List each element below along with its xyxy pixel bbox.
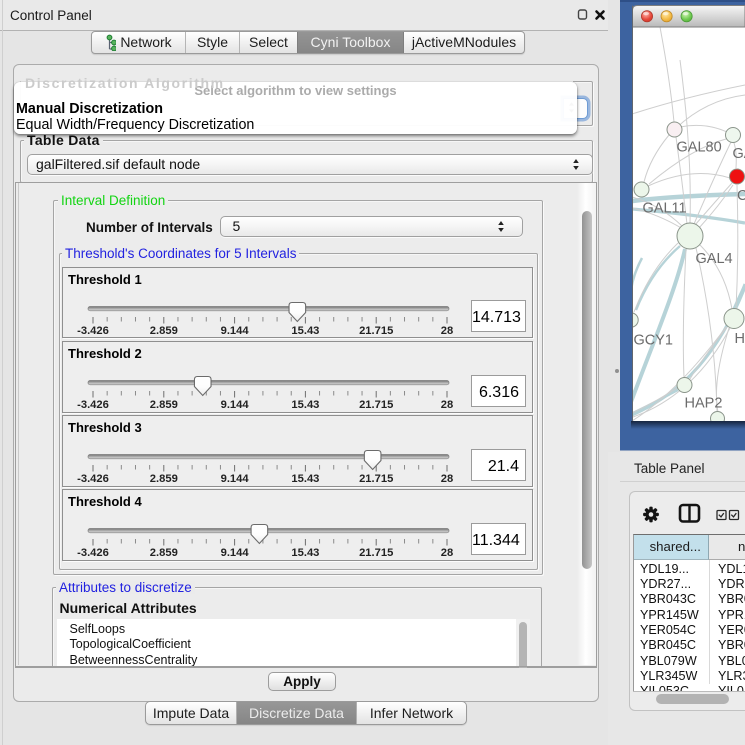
svg-text:9.144: 9.144	[221, 547, 250, 559]
svg-text:15.43: 15.43	[291, 325, 319, 337]
svg-text:-3.426: -3.426	[77, 473, 109, 485]
svg-text:21.715: 21.715	[359, 399, 393, 411]
svg-text:28: 28	[441, 547, 453, 559]
svg-text:H: H	[735, 331, 745, 347]
svg-text:-3.426: -3.426	[77, 325, 109, 337]
svg-text:GAL11: GAL11	[643, 201, 687, 217]
svg-text:2.859: 2.859	[150, 325, 178, 337]
svg-text:2.859: 2.859	[150, 473, 178, 485]
svg-text:GA: GA	[733, 146, 745, 162]
svg-text:15.43: 15.43	[291, 473, 319, 485]
svg-text:28: 28	[441, 325, 453, 337]
svg-text:-3.426: -3.426	[77, 547, 109, 559]
svg-text:-3.426: -3.426	[77, 399, 109, 411]
svg-text:21.715: 21.715	[359, 325, 393, 337]
svg-text:9.144: 9.144	[221, 325, 250, 337]
svg-text:28: 28	[441, 399, 453, 411]
svg-text:21.715: 21.715	[359, 473, 393, 485]
svg-text:GCY1: GCY1	[634, 333, 674, 349]
svg-text:2.859: 2.859	[150, 547, 178, 559]
svg-text:15.43: 15.43	[291, 547, 319, 559]
svg-text:GAL4: GAL4	[696, 251, 733, 267]
svg-text:15.43: 15.43	[291, 399, 319, 411]
svg-text:9.144: 9.144	[221, 399, 250, 411]
svg-text:C: C	[737, 188, 745, 204]
svg-text:9.144: 9.144	[221, 473, 250, 485]
svg-text:21.715: 21.715	[359, 547, 393, 559]
svg-text:HAP2: HAP2	[685, 396, 723, 412]
svg-text:GAL80: GAL80	[677, 140, 722, 156]
svg-text:2.859: 2.859	[150, 399, 178, 411]
svg-text:28: 28	[441, 473, 453, 485]
